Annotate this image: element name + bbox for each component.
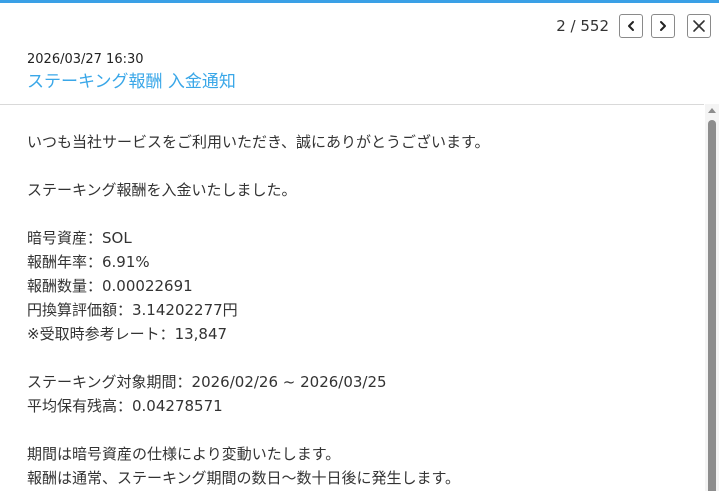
asset-line: 暗号資産：SOL	[27, 229, 132, 247]
greeting-line: いつも当社サービスをご利用いただき、誠にありがとうございます。	[27, 133, 490, 151]
message-header: 2026/03/27 16:30 ステーキング報酬 入金通知	[27, 51, 236, 94]
close-icon	[693, 20, 705, 32]
chevron-right-icon	[660, 21, 666, 31]
prev-button[interactable]	[619, 14, 643, 38]
jpy-value-line: 円換算評価額：3.14202277円	[27, 301, 238, 319]
average-balance-line: 平均保有残高：0.04278571	[27, 397, 223, 415]
note-line-2: 報酬は通常、ステーキング期間の数日〜数十日後に発生します。	[27, 469, 461, 487]
period-line: ステーキング対象期間：2026/02/26 ~ 2026/03/25	[27, 373, 387, 391]
top-accent-bar	[0, 0, 719, 3]
header-divider	[0, 104, 704, 105]
pager-count: 2 / 552	[556, 17, 609, 35]
close-button[interactable]	[687, 14, 711, 38]
vertical-scrollbar[interactable]	[705, 104, 719, 491]
message-body: いつも当社サービスをご利用いただき、誠にありがとうございます。 ステーキング報酬…	[27, 130, 697, 490]
message-viewer: 2 / 552 2026/03/27 16:30 ステーキング報酬 入金通知 い…	[0, 0, 719, 491]
note-line-1: 期間は暗号資産の仕様により変動いたします。	[27, 445, 341, 463]
scroll-thumb[interactable]	[708, 120, 716, 491]
message-datetime: 2026/03/27 16:30	[27, 52, 144, 67]
next-button[interactable]	[651, 14, 675, 38]
rate-line: 報酬年率：6.91%	[27, 253, 150, 271]
scroll-up-arrow-icon[interactable]	[708, 108, 716, 113]
pager: 2 / 552	[556, 14, 711, 38]
message-subject: ステーキング報酬 入金通知	[27, 72, 236, 92]
amount-line: 報酬数量：0.00022691	[27, 277, 193, 295]
chevron-left-icon	[628, 21, 634, 31]
reference-rate-line: ※受取時参考レート：13,847	[27, 325, 228, 343]
notice-line: ステーキング報酬を入金いたしました。	[27, 181, 297, 199]
